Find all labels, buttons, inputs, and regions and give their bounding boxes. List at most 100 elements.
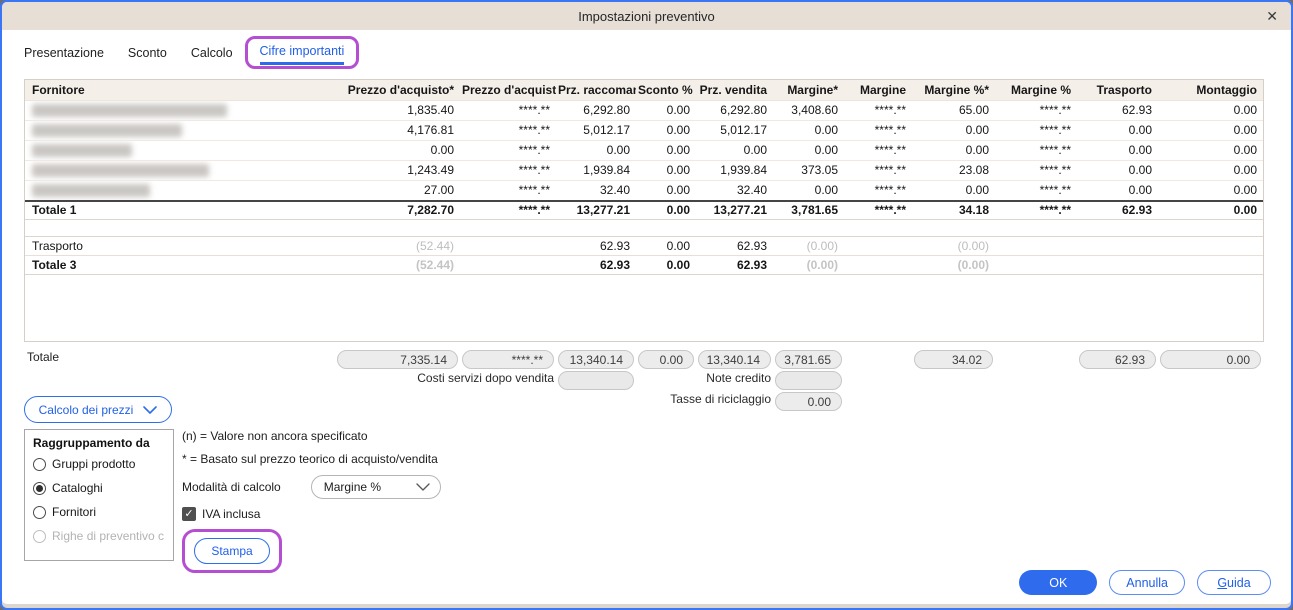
table-cell: ****.** <box>460 160 556 181</box>
title-bar: Impostazioni preventivo ✕ <box>2 2 1291 30</box>
tab-cifre-importanti[interactable]: Cifre importanti <box>259 44 345 65</box>
column-header: Prezzo d'acquisto* <box>335 80 460 101</box>
stampa-button[interactable]: Stampa <box>194 538 270 564</box>
supplier-cell <box>25 160 335 181</box>
table-cell: 1,835.40 <box>335 100 460 121</box>
raggruppamento-groupbox: Raggruppamento da Gruppi prodotto Catalog… <box>24 429 174 561</box>
table-cell <box>844 255 912 275</box>
column-header: Fornitore <box>25 80 335 101</box>
table-cell: 13,277.21 <box>556 199 636 220</box>
table-cell: 0.00 <box>636 180 696 201</box>
close-icon[interactable]: ✕ <box>1266 9 1278 23</box>
table-cell: 5,012.17 <box>696 120 773 141</box>
annulla-button[interactable]: Annulla <box>1109 570 1185 595</box>
table-cell: 0.00 <box>1077 160 1158 181</box>
table-cell: ****.** <box>844 180 912 201</box>
radio-fornitori[interactable]: Fornitori <box>33 505 165 519</box>
table-cell: 0.00 <box>556 140 636 161</box>
tasse-riciclaggio-row: Tasse di riciclaggio 0.00 <box>24 392 1262 413</box>
iva-row: ✓ IVA inclusa <box>182 507 441 521</box>
column-header: Margine %* <box>912 80 995 101</box>
annotation-highlight-tab: Cifre importanti <box>244 36 360 69</box>
table-cell: (52.44) <box>335 255 460 275</box>
table-cell: 34.18 <box>912 199 995 220</box>
table-cell: ****.** <box>995 180 1077 201</box>
figures-table-container: Fornitore Prezzo d'acquisto* Prezzo d'acqu… <box>24 79 1264 342</box>
radio-cataloghi[interactable]: Cataloghi <box>33 481 165 495</box>
table-cell <box>460 255 556 275</box>
radio-icon <box>33 481 46 495</box>
table-cell: ****.** <box>995 120 1077 141</box>
table-row: 27.00 ****.** 32.40 0.00 32.40 0.00 ****.** 0.0… <box>25 180 1263 201</box>
table-row: 1,243.49 ****.** 1,939.84 0.00 1,939.84 373.0… <box>25 160 1263 181</box>
table-cell: 0.00 <box>1158 140 1263 161</box>
table-cell: 0.00 <box>636 120 696 141</box>
table-cell: 0.00 <box>1158 160 1263 181</box>
table-cell: 4,176.81 <box>335 120 460 141</box>
table-cell: 1,939.84 <box>556 160 636 181</box>
tasse-riciclaggio-field[interactable]: 0.00 <box>775 392 842 411</box>
modalita-dropdown[interactable]: Margine % <box>310 475 441 499</box>
costi-servizi-field[interactable] <box>558 371 634 390</box>
table-cell: ****.** <box>460 100 556 121</box>
table-row: 1,835.40 ****.** 6,292.80 0.00 6,292.80 3,408… <box>25 100 1263 121</box>
table-cell: 7,282.70 <box>335 199 460 220</box>
table-cell: 0.00 <box>636 160 696 181</box>
checkbox-checked-icon[interactable]: ✓ <box>182 507 196 521</box>
table-row: 0.00 ****.** 0.00 0.00 0.00 0.00 ****.** 0.00 **… <box>25 140 1263 161</box>
radio-icon <box>33 457 46 471</box>
radio-label: Righe di preventivo c... <box>52 529 165 543</box>
table-cell: ****.** <box>844 199 912 220</box>
table-cell: 0.00 <box>636 236 696 256</box>
ok-button[interactable]: OK <box>1019 570 1098 595</box>
redacted-supplier-name <box>32 103 227 117</box>
tab-calcolo[interactable]: Calcolo <box>191 46 233 68</box>
table-cell <box>995 236 1077 256</box>
supplier-cell <box>25 100 335 121</box>
annotation-highlight-stampa: Stampa <box>182 529 282 573</box>
table-cell: 0.00 <box>773 140 844 161</box>
tab-bar: Presentazione Sconto Calcolo Cifre impor… <box>2 30 1291 69</box>
iva-inclusa-label: IVA inclusa <box>202 507 261 521</box>
summary-pill: 7,335.14 <box>337 350 458 369</box>
table-cell: 0.00 <box>912 180 995 201</box>
radio-icon <box>33 505 46 519</box>
totale-row: Totale 7,335.14 ****.** 13,340.14 0.00 13,34… <box>24 350 1262 371</box>
table-cell: 6,292.80 <box>556 100 636 121</box>
radio-gruppi-prodotto[interactable]: Gruppi prodotto <box>33 457 165 471</box>
supplier-cell <box>25 120 335 141</box>
redacted-supplier-name <box>32 183 150 197</box>
column-header: Sconto % <box>636 80 696 101</box>
table-cell <box>1158 236 1263 256</box>
table-cell: 0.00 <box>1077 120 1158 141</box>
table-cell <box>460 236 556 256</box>
table-cell: 0.00 <box>696 140 773 161</box>
table-cell: 62.93 <box>556 255 636 275</box>
radio-righe-di-preventivo-c: Righe di preventivo c... <box>33 529 165 543</box>
summary-pill: 34.02 <box>914 350 993 369</box>
table-row: Trasporto (52.44) 62.93 0.00 62.93 (0.00) (0.0… <box>25 236 1263 256</box>
left-panel: Calcolo dei prezzi Raggruppamento da Gru… <box>24 396 174 561</box>
tab-sconto[interactable]: Sconto <box>128 46 167 68</box>
chevron-down-icon <box>416 483 430 491</box>
guida-button[interactable]: Guida <box>1197 570 1271 595</box>
settings-dialog: Impostazioni preventivo ✕ Presentazione … <box>0 0 1293 610</box>
supplier-cell: Totale 3 <box>25 255 335 275</box>
modalita-value: Margine % <box>323 480 382 494</box>
table-cell: 32.40 <box>556 180 636 201</box>
table-cell: 0.00 <box>636 140 696 161</box>
note-credito-field[interactable] <box>775 371 842 390</box>
table-cell: 65.00 <box>912 100 995 121</box>
table-cell: 0.00 <box>1158 180 1263 201</box>
table-cell: (52.44) <box>335 236 460 256</box>
table-cell: 0.00 <box>1158 100 1263 121</box>
table-cell: (0.00) <box>773 236 844 256</box>
table-cell: 0.00 <box>636 255 696 275</box>
modalita-label: Modalità di calcolo <box>182 480 281 494</box>
tab-presentazione[interactable]: Presentazione <box>24 46 104 68</box>
table-cell: (0.00) <box>773 255 844 275</box>
table-cell: ****.** <box>460 120 556 141</box>
calcolo-dei-prezzi-button[interactable]: Calcolo dei prezzi <box>24 396 172 423</box>
table-cell: 0.00 <box>773 180 844 201</box>
table-cell: ****.** <box>995 100 1077 121</box>
